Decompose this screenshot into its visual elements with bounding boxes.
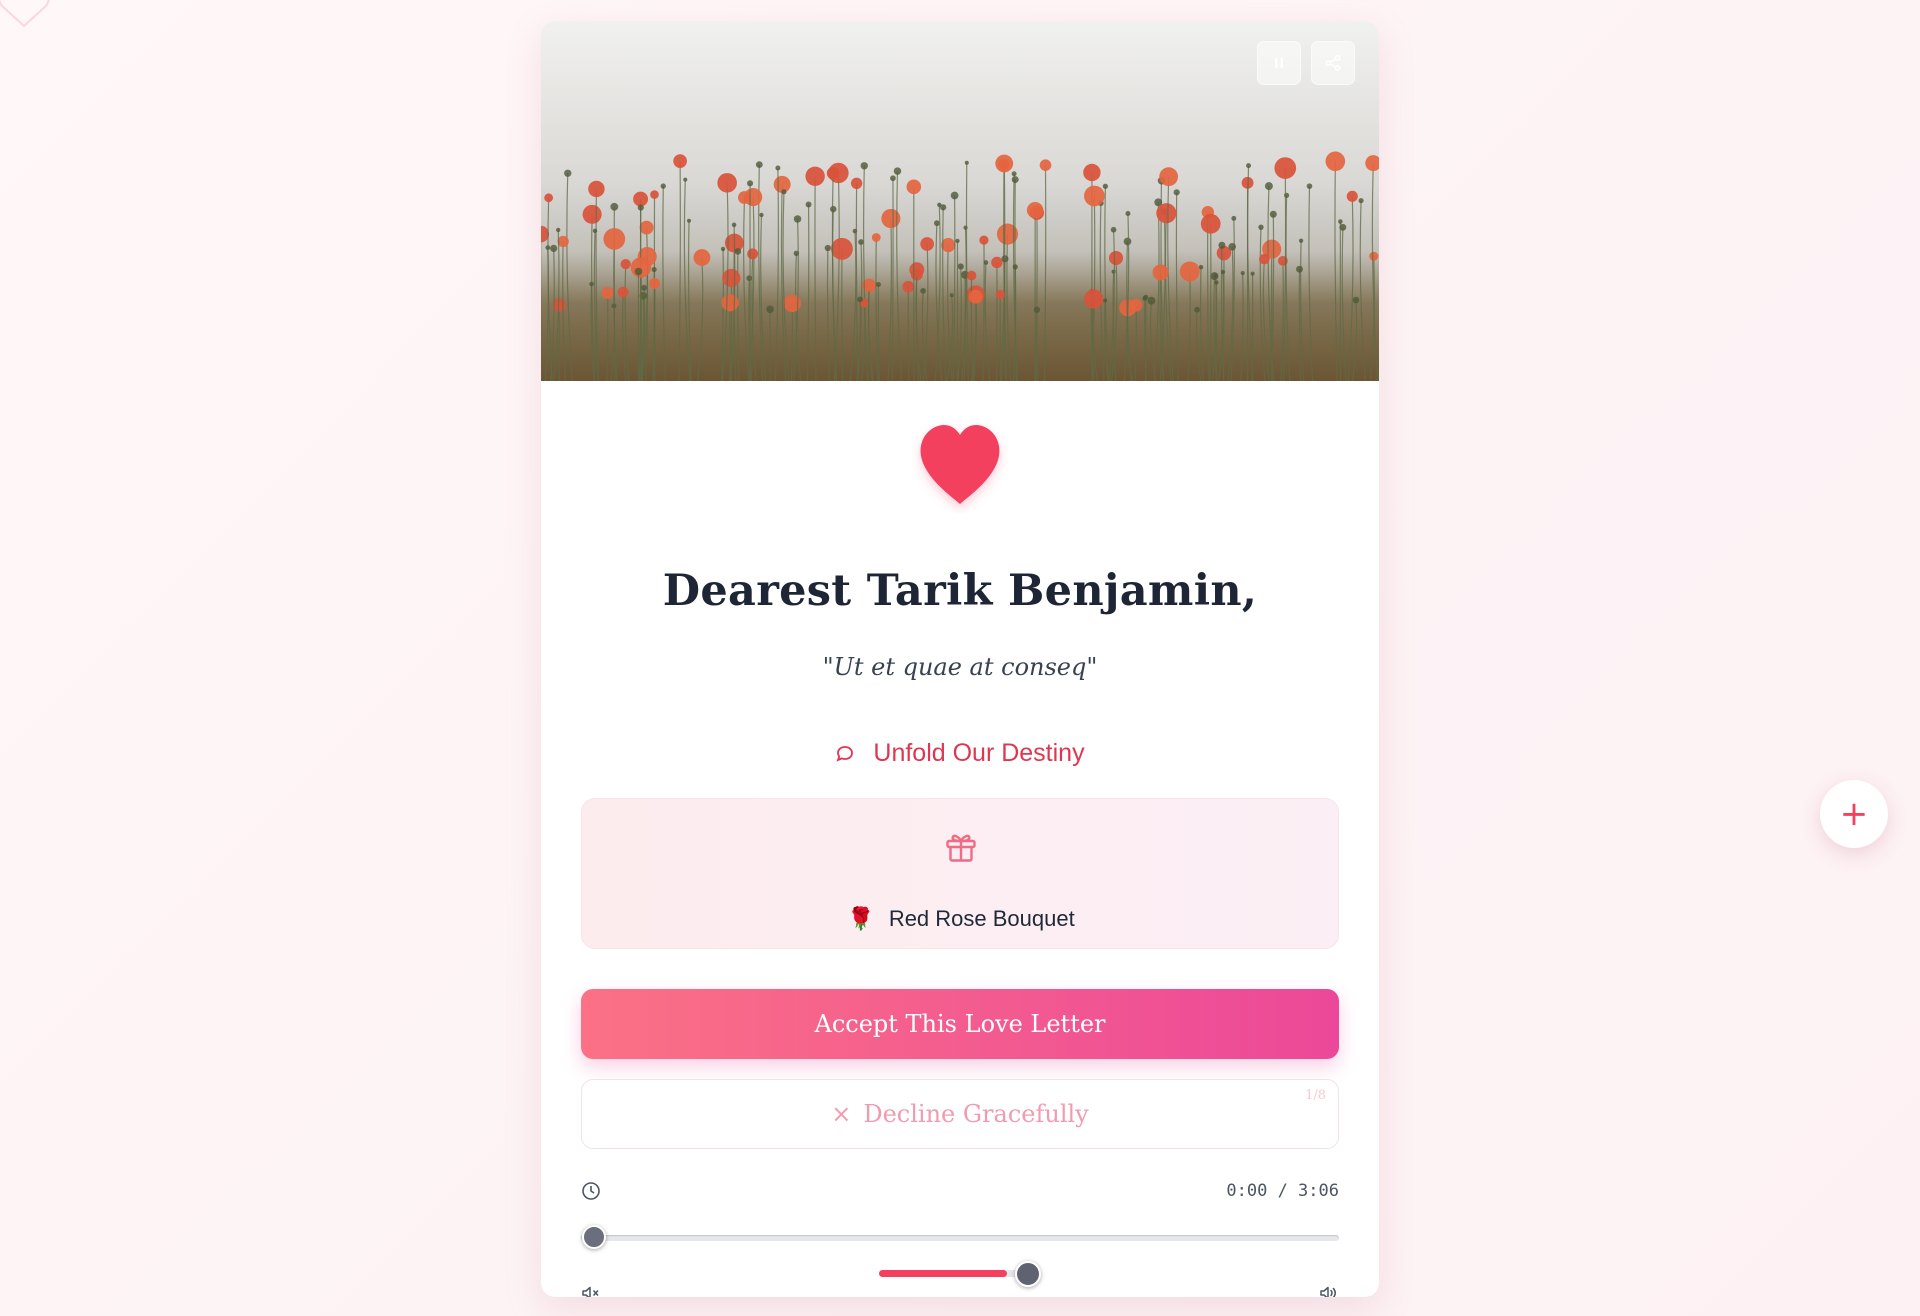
share-icon	[1325, 54, 1341, 72]
accept-letter-button[interactable]: Accept This Love Letter	[581, 989, 1339, 1059]
progress-slider-thumb[interactable]	[582, 1225, 606, 1249]
love-letter-card: Dearest Tarik Benjamin, "Ut et quae at c…	[541, 21, 1379, 1297]
heart-outline-decoration	[0, 0, 50, 28]
plus-icon: +	[1839, 794, 1869, 834]
gift-card: 🌹 Red Rose Bouquet	[581, 798, 1339, 949]
hero-image	[541, 21, 1379, 381]
volume-slider-thumb[interactable]	[1015, 1261, 1041, 1287]
decline-label: Decline Gracefully	[863, 1100, 1089, 1128]
decline-counter: 1/8	[1305, 1088, 1326, 1103]
clock-icon	[582, 1182, 600, 1200]
letter-quote: "Ut et quae at conseq"	[822, 653, 1098, 681]
rose-emoji: 🌹	[847, 906, 875, 931]
gift-icon	[946, 834, 976, 862]
decline-button[interactable]: × Decline Gracefully 1/8	[581, 1079, 1339, 1149]
message-bubble-icon	[836, 745, 854, 762]
unfold-destiny-label: Unfold Our Destiny	[873, 739, 1085, 767]
gift-label: 🌹 Red Rose Bouquet	[582, 906, 1340, 932]
mute-icon[interactable]	[581, 1285, 601, 1297]
add-button[interactable]: +	[1820, 780, 1888, 848]
share-button[interactable]	[1311, 41, 1355, 85]
close-icon: ×	[831, 1100, 852, 1128]
gift-name: Red Rose Bouquet	[888, 906, 1075, 931]
unfold-destiny-link[interactable]: Unfold Our Destiny	[541, 739, 1379, 768]
pause-icon	[1275, 58, 1283, 68]
greeting-title: Dearest Tarik Benjamin,	[662, 566, 1258, 616]
pause-button[interactable]	[1257, 41, 1301, 85]
time-readout: 0:00 / 3:06	[1226, 1181, 1339, 1201]
progress-track[interactable]	[581, 1235, 1339, 1241]
volume-icon[interactable]	[1319, 1285, 1339, 1297]
heart-icon	[911, 416, 1009, 514]
volume-fill	[879, 1270, 1007, 1277]
